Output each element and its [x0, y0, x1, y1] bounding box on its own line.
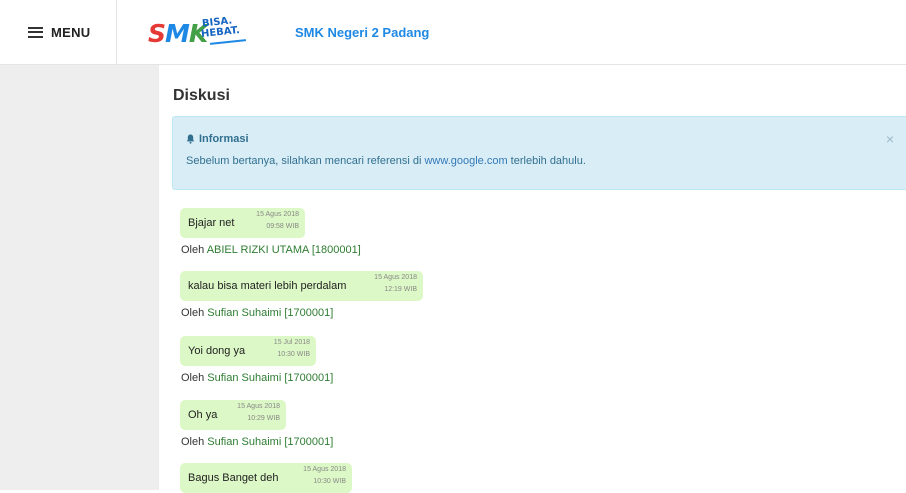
close-icon[interactable]: × — [886, 131, 894, 147]
message-author: Oleh Sufian Suhaimi [1700001] — [181, 436, 333, 448]
message-author: Oleh Sufian Suhaimi [1700001] — [181, 372, 333, 384]
author-link[interactable]: Sufian Suhaimi [1700001] — [207, 436, 333, 448]
message-time: 09:58 WIB — [266, 223, 299, 230]
alert-text-before: Sebelum bertanya, silahkan mencari refer… — [186, 155, 425, 167]
message-bubble: Yoi dong ya 15 Jul 2018 10:30 WIB — [180, 336, 316, 366]
message-time: 12:19 WIB — [384, 286, 417, 293]
message-time: 10:30 WIB — [313, 478, 346, 485]
author-link[interactable]: Sufian Suhaimi [1700001] — [207, 307, 333, 319]
alert-heading-text: Informasi — [199, 133, 249, 145]
menu-button[interactable]: MENU — [0, 0, 117, 64]
author-link[interactable]: Sufian Suhaimi [1700001] — [207, 372, 333, 384]
menu-label: MENU — [51, 24, 91, 40]
google-link[interactable]: www.google.com — [424, 155, 507, 167]
sidebar — [0, 65, 158, 490]
message-bubble: Bagus Banget deh 15 Agus 2018 10:30 WIB — [180, 463, 352, 493]
logo-smk-text: SMK — [148, 19, 208, 48]
message-date: 15 Agus 2018 — [374, 274, 417, 281]
author-prefix: Oleh — [181, 436, 208, 448]
alert-text-after: terlebih dahulu. — [507, 155, 586, 167]
top-navbar: MENU SMK BISA. HEBAT. SMK Negeri 2 Padan… — [0, 0, 906, 65]
message-time: 10:30 WIB — [277, 351, 310, 358]
author-prefix: Oleh — [181, 307, 208, 319]
logo-underline — [209, 39, 247, 45]
message-text: kalau bisa materi lebih perdalam — [188, 280, 347, 292]
message-date: 15 Agus 2018 — [237, 403, 280, 410]
bell-icon — [186, 134, 195, 144]
message-text: Yoi dong ya — [188, 345, 246, 357]
message-text: Bagus Banget deh — [188, 472, 279, 484]
message-date: 15 Agus 2018 — [303, 466, 346, 473]
school-logo[interactable]: SMK BISA. HEBAT. — [148, 15, 253, 49]
hamburger-icon — [28, 26, 43, 38]
school-name-link[interactable]: SMK Negeri 2 Padang — [295, 25, 429, 40]
message-bubble: kalau bisa materi lebih perdalam 15 Agus… — [180, 271, 423, 301]
alert-body: Sebelum bertanya, silahkan mencari refer… — [186, 155, 586, 167]
alert-heading: Informasi — [186, 133, 249, 145]
message-date: 15 Agus 2018 — [256, 211, 299, 218]
page-title: Diskusi — [173, 87, 230, 104]
message-bubble: Bjajar net 15 Agus 2018 09:58 WIB — [180, 208, 305, 238]
message-text: Bjajar net — [188, 217, 235, 229]
message-author: Oleh ABIEL RIZKI UTAMA [1800001] — [181, 244, 361, 256]
author-prefix: Oleh — [181, 244, 207, 256]
info-alert: Informasi Sebelum bertanya, silahkan men… — [172, 116, 906, 190]
author-link[interactable]: ABIEL RIZKI UTAMA [1800001] — [207, 244, 361, 256]
message-author: Oleh Sufian Suhaimi [1700001] — [181, 307, 333, 319]
message-bubble: Oh ya 15 Agus 2018 10:29 WIB — [180, 400, 286, 430]
message-time: 10:29 WIB — [247, 415, 280, 422]
message-date: 15 Jul 2018 — [273, 339, 310, 346]
author-prefix: Oleh — [181, 372, 208, 384]
message-text: Oh ya — [188, 409, 218, 421]
